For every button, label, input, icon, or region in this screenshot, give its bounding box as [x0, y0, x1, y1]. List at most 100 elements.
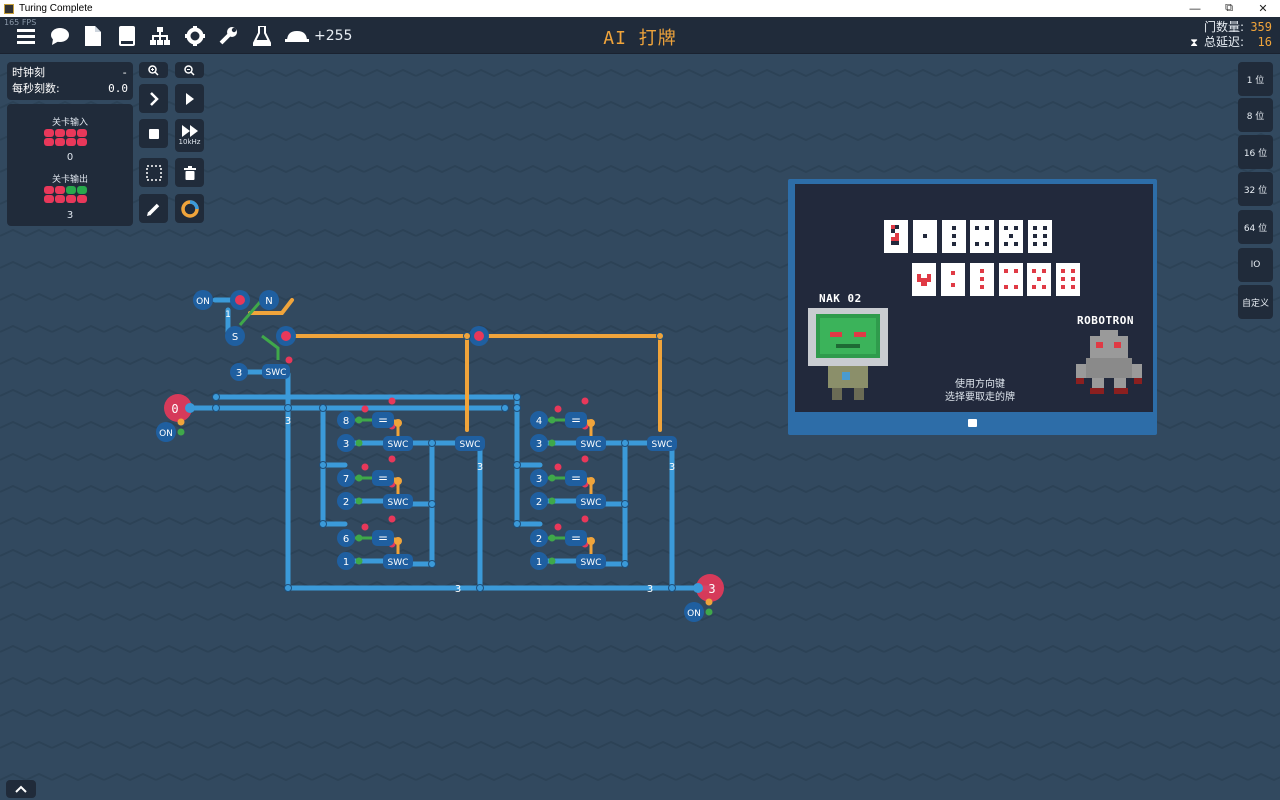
left-const-label-3: 2 — [343, 497, 349, 508]
zoom-out-button[interactable] — [175, 62, 204, 78]
input-pin-label: 0 — [171, 402, 178, 416]
pencil-icon — [146, 203, 159, 216]
right-swc-label-2: SWC — [581, 558, 602, 568]
fast-forward-icon — [181, 125, 198, 137]
chat-bubble-icon[interactable] — [968, 419, 977, 427]
right-const-label-2: 3 — [536, 474, 542, 485]
select-button[interactable] — [139, 158, 168, 187]
select-icon — [145, 164, 162, 181]
card-bottom-1 — [912, 263, 936, 296]
right-eq-label-2: = — [571, 531, 581, 545]
tps-label: 每秒刻数: — [12, 82, 60, 95]
step-button[interactable] — [139, 84, 168, 113]
opponent-robot-avatar — [1076, 330, 1142, 394]
delay-value: 16 — [1257, 35, 1272, 49]
right-const-label-1: 3 — [536, 439, 542, 450]
left-const-label-1: 3 — [343, 439, 349, 450]
wire-label-3e: 3 — [647, 584, 653, 595]
tick-value: - — [121, 66, 128, 79]
swc-middle-right[interactable]: SWC — [647, 436, 677, 451]
minimize-button[interactable]: — — [1178, 0, 1212, 17]
bit-width-button-6[interactable]: 自定义 — [1238, 285, 1273, 319]
wire-label-3a: 3 — [285, 416, 291, 427]
color-ring-icon — [180, 199, 199, 218]
stop-button[interactable] — [139, 119, 168, 148]
close-button[interactable]: ✕ — [1246, 0, 1280, 17]
card-top-4 — [970, 220, 994, 253]
wire-label-1: 1 — [225, 310, 231, 320]
play-icon — [185, 92, 194, 105]
card-top-1 — [884, 220, 908, 253]
card-top-3 — [942, 220, 966, 253]
swc-top-label: SWC — [266, 368, 287, 378]
stop-icon — [148, 128, 159, 139]
wire-label-3d: 3 — [455, 584, 461, 595]
card-bottom-2 — [941, 263, 965, 296]
trash-icon — [183, 165, 196, 180]
left-const-label-2: 7 — [343, 474, 349, 485]
level-output-bits — [44, 186, 87, 203]
tick-label: 时钟刻 — [12, 66, 45, 79]
switch-s-label: S — [232, 332, 238, 343]
left-swc-label-1: SWC — [388, 498, 409, 508]
right-swc-label-1: SWC — [581, 498, 602, 508]
right-const-label-4: 2 — [536, 534, 542, 545]
right-eq-label-0: = — [571, 413, 581, 427]
right-swc-label-0: SWC — [581, 440, 602, 450]
right-eq-label-1: = — [571, 471, 581, 485]
zoom-out-icon — [184, 64, 195, 76]
output-pin-label: 3 — [708, 582, 715, 596]
card-bottom-3 — [970, 263, 994, 296]
right-const-label-0: 4 — [536, 416, 542, 427]
const3-top-label: 3 — [236, 368, 242, 379]
color-button[interactable] — [175, 194, 204, 223]
card-top-5 — [999, 220, 1023, 253]
swc-middle-left[interactable]: SWC — [455, 436, 485, 451]
on-label-input: ON — [159, 429, 173, 439]
app-icon — [4, 3, 14, 14]
not-gate-label: N — [265, 296, 272, 307]
card-bottom-4 — [999, 263, 1023, 296]
level-input-bits — [44, 129, 87, 146]
opponent-name: ROBOTRON — [1077, 314, 1134, 327]
hourglass-icon: ⧗ — [1190, 36, 1198, 49]
left-eq-label-0: = — [378, 413, 388, 427]
svg-text:SWC: SWC — [652, 440, 673, 450]
fast-forward-label: 10kHz — [178, 138, 201, 146]
game-message: 使用方向键 选择要取走的牌 — [930, 378, 1030, 404]
left-swc-label-2: SWC — [388, 558, 409, 568]
on-label-control: ON — [196, 297, 210, 307]
game-message-line2: 选择要取走的牌 — [945, 392, 1015, 403]
left-swc-label-0: SWC — [388, 440, 409, 450]
delete-button[interactable] — [175, 158, 204, 187]
clock-panel: 时钟刻 - 每秒刻数: 0.0 — [7, 62, 133, 100]
bit-width-button-1[interactable]: 8 位 — [1238, 98, 1273, 132]
bit-width-button-4[interactable]: 64 位 — [1238, 210, 1273, 244]
level-output-value: 3 — [66, 210, 74, 221]
card-top-2 — [913, 220, 937, 253]
pencil-button[interactable] — [139, 194, 168, 223]
window-title: Turing Complete — [19, 3, 93, 14]
fast-forward-button[interactable]: 10kHz — [175, 119, 204, 152]
bit-width-button-2[interactable]: 16 位 — [1238, 135, 1273, 169]
right-const-label-3: 2 — [536, 497, 542, 508]
bit-width-button-3[interactable]: 32 位 — [1238, 172, 1273, 206]
player-name: NAK 02 — [819, 292, 862, 305]
card-top-6 — [1028, 220, 1052, 253]
level-input-title: 关卡输入 — [51, 118, 88, 128]
level-input-value: 0 — [66, 152, 74, 163]
wire-label-3c: 3 — [669, 462, 675, 473]
play-button[interactable] — [175, 84, 204, 113]
restore-button[interactable]: ⧉ — [1212, 0, 1246, 17]
gate-count-value: 359 — [1250, 20, 1272, 34]
bit-width-button-5[interactable]: IO — [1238, 248, 1273, 282]
card-bottom-5 — [1027, 263, 1051, 296]
zoom-in-button[interactable] — [139, 62, 168, 78]
wire-label-3b: 3 — [477, 462, 483, 473]
zoom-in-icon — [148, 64, 159, 76]
tps-value: 0.0 — [108, 82, 128, 95]
player-robot-avatar — [808, 308, 888, 400]
expand-panel-button[interactable] — [6, 780, 36, 798]
level-stats: 门数量: 359 ⧗ 总延迟: 16 — [1190, 20, 1272, 50]
bit-width-button-0[interactable]: 1 位 — [1238, 62, 1273, 96]
